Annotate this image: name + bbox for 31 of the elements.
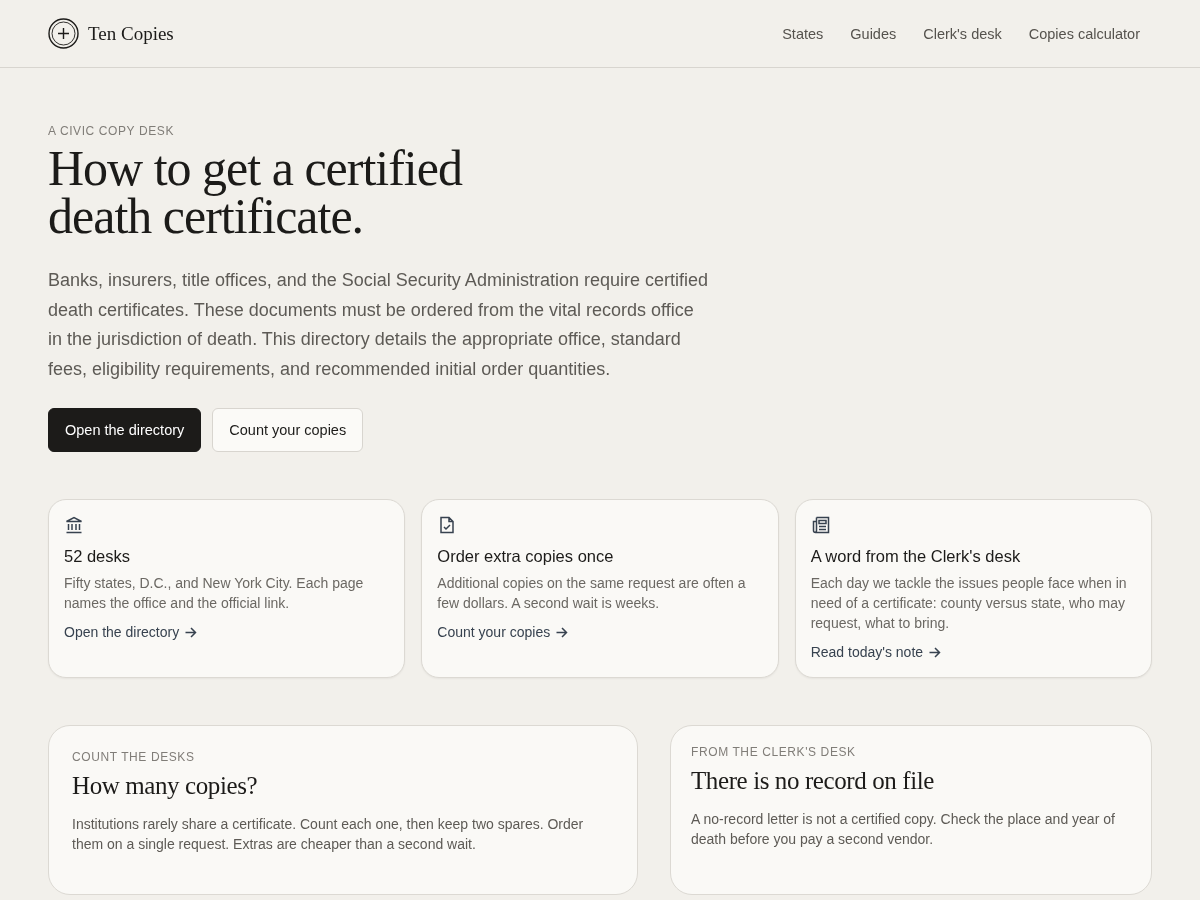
nav-link[interactable]: Clerk's desk bbox=[923, 25, 1002, 42]
hero-lead: Banks, insurers, title offices, and the Social Security Administration require certified death certificates. These documents must be ordered from the vital records office in the jurisdiction of death. This directory details the appropriate office, standard fees, eligibility requirements, and recommended initial order quantities. bbox=[48, 269, 708, 381]
arrow-icon bbox=[928, 645, 942, 659]
card-title: 52 desks bbox=[64, 547, 132, 566]
card-link[interactable]: Read today's note bbox=[810, 644, 942, 660]
newspaper-icon bbox=[810, 515, 831, 535]
panel-eyebrow: COUNT THE DESKS bbox=[72, 750, 196, 764]
panel-text: A no-record letter is not a certified copy. Check the place and year of death before you pay a second vendor. bbox=[691, 810, 1116, 849]
nav-link[interactable]: Copies calculator bbox=[1028, 25, 1140, 42]
card-link[interactable]: Count your copies bbox=[437, 624, 569, 640]
brand-name[interactable]: Ten Copies bbox=[88, 22, 174, 45]
nav-link[interactable]: Guides bbox=[850, 25, 897, 42]
card-title: Order extra copies once bbox=[437, 547, 615, 566]
logo-icon bbox=[48, 18, 79, 49]
arrow-icon bbox=[555, 625, 569, 639]
panel-title: There is no record on file bbox=[691, 767, 935, 795]
panel-text: Institutions rarely share a certificate. Count each one, then keep two spares. Order them on a single request. Extras are cheaper than a second wait. bbox=[72, 815, 585, 854]
card-title: A word from the Clerk's desk bbox=[810, 547, 1022, 566]
directory-button[interactable]: Open the directory bbox=[48, 408, 202, 452]
card-text: Fifty states, D.C., and New York City. Each page names the office and the official link. bbox=[64, 574, 365, 613]
panel-eyebrow: FROM THE CLERK'S DESK bbox=[691, 745, 857, 759]
count-button[interactable]: Count your copies bbox=[212, 408, 364, 452]
bank-icon bbox=[64, 515, 84, 535]
panel-title: How many copies? bbox=[72, 772, 259, 800]
card-text: Additional copies on the same request are often a few dollars. A second wait is weeks. bbox=[437, 574, 747, 613]
card-link[interactable]: Open the directory bbox=[64, 624, 198, 640]
hero-title: How to get a certified death certificate. bbox=[48, 144, 464, 240]
nav-link[interactable]: States bbox=[782, 25, 824, 42]
card-text: Each day we tackle the issues people face when in need of a certificate: county versus state, who may request, what to bring. bbox=[810, 574, 1128, 633]
arrow-icon bbox=[184, 625, 198, 639]
hero-eyebrow: A CIVIC COPY DESK bbox=[48, 124, 176, 138]
